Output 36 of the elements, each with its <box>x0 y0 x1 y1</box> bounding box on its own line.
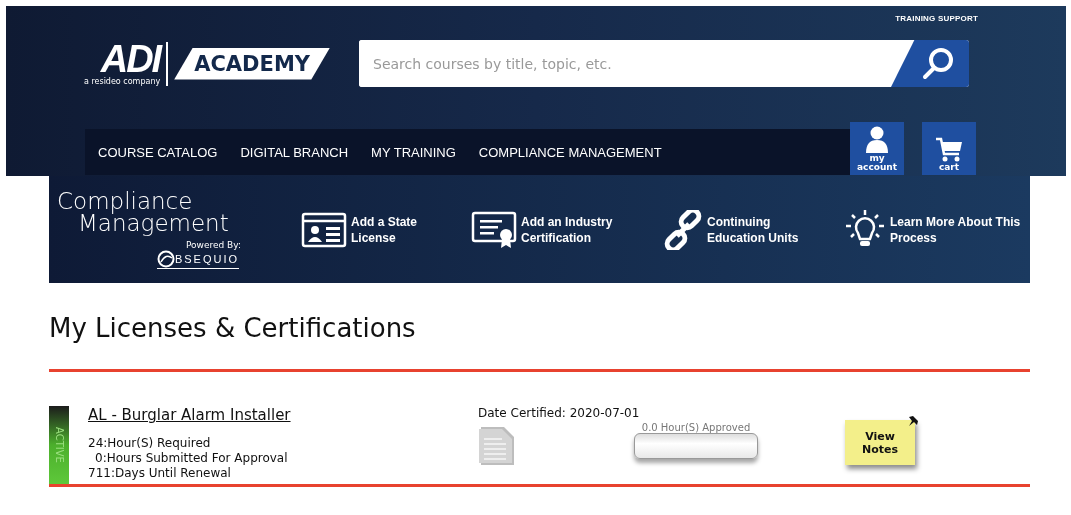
nav-link[interactable]: COURSE CATALOG <box>98 144 218 160</box>
brand-tagline: a resideo company <box>84 77 161 86</box>
nav-link[interactable]: MY TRAINING <box>371 144 456 160</box>
date-certified: Date Certified: 2020-07-01 <box>478 406 640 420</box>
powered-by-text: Powered By: <box>186 240 241 250</box>
license-detail: 24:Hour(S) Required <box>88 436 211 451</box>
banner-action-link[interactable]: Add a State License <box>301 211 426 248</box>
approved-hours-label: 0.0 Hour(S) Approved <box>641 422 751 433</box>
search-icon <box>921 46 955 81</box>
nav-link[interactable]: DIGITAL BRANCH <box>240 144 349 160</box>
certificate-icon <box>471 210 517 249</box>
banner-action-link[interactable]: Continuing Education Units <box>663 209 812 250</box>
training-support-link[interactable]: TRAINING SUPPORT <box>895 14 978 32</box>
license-detail: 0:Hours Submitted For Approval <box>94 451 288 466</box>
cart-button[interactable]: cart <box>922 122 976 175</box>
logo-divider <box>166 41 169 86</box>
banner-title: Compliance <box>57 190 194 212</box>
cart-icon <box>935 137 963 163</box>
license-detail: 711:Days Until Renewal <box>88 466 231 481</box>
account-button[interactable]: my account <box>850 122 904 175</box>
nav-link[interactable]: COMPLIANCE MANAGEMENT <box>478 144 662 160</box>
academy-logo: ACADEMY <box>174 47 330 80</box>
license-title-link[interactable]: AL - Burglar Alarm Installer <box>88 406 291 424</box>
banner-action-link[interactable]: Learn More About This Process <box>844 208 1030 251</box>
pushpin-icon <box>907 415 919 427</box>
chain-link-icon <box>663 209 703 250</box>
status-badge: ACTIVE <box>49 406 69 484</box>
search-field[interactable]: Search courses by title, topic, etc. <box>359 40 969 87</box>
banner-action-link[interactable]: Add an Industry Certification <box>471 210 626 249</box>
partner-logo-text: BSEQUIO <box>174 253 239 265</box>
id-card-icon <box>301 211 347 248</box>
page-title: My Licenses & Certifications <box>49 313 417 345</box>
search-button[interactable] <box>891 40 969 87</box>
brand-logo: ADI <box>100 41 161 77</box>
person-icon <box>865 126 889 154</box>
banner-title: Management <box>78 212 230 234</box>
